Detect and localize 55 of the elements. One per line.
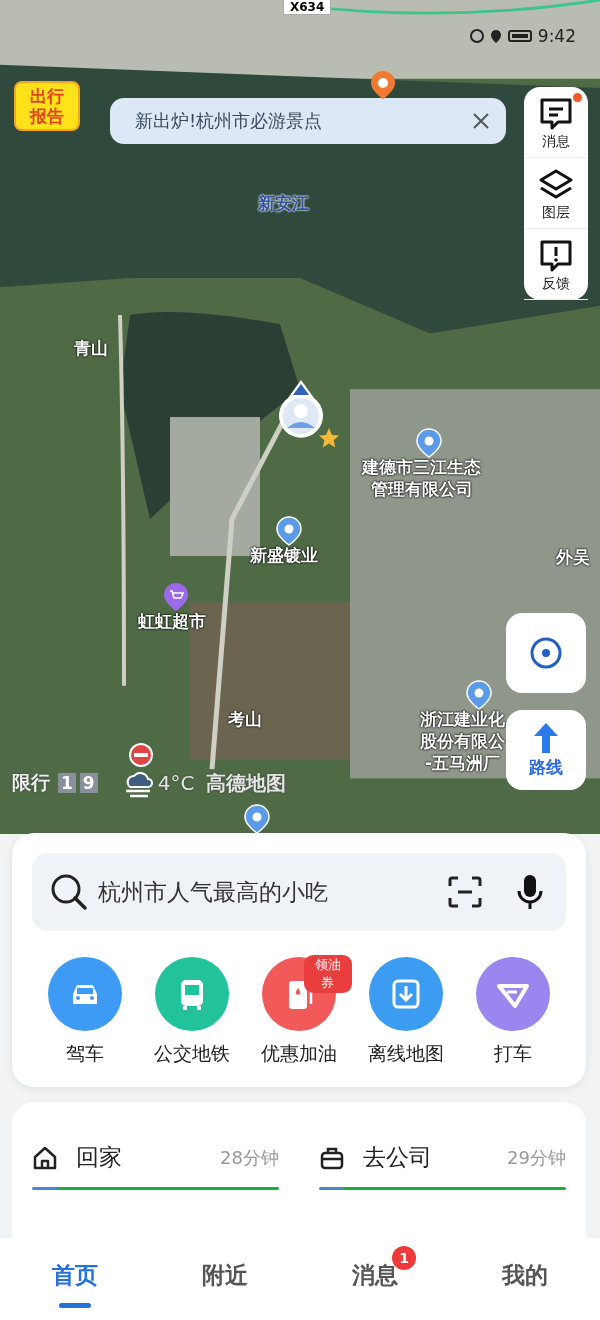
battery-icon [507,30,532,42]
banner-text: 新出炉!杭州市必游景点 [135,109,323,133]
place-label: 管理有限公司 [369,478,474,500]
coupon-badge: 领油券 [303,955,353,993]
river-label: 新安江 [258,192,309,214]
locate-button[interactable] [506,613,586,693]
shortcut-button[interactable]: 公交地铁 [138,957,246,1067]
promo-banner[interactable]: 新出炉!杭州市必游景点 [110,98,506,144]
place-label: 新盛镀业 [250,544,318,566]
map-pin-icon [370,70,396,100]
no-entry-icon [128,742,154,768]
scan-icon[interactable] [448,876,482,908]
place-label: 股份有限公 [420,730,505,752]
place-label: 外吴 [556,546,590,568]
shortcut-button[interactable]: 领油券 优惠加油 [245,957,353,1067]
commute-label: 去公司 [363,1143,433,1172]
map-brand-label: 高德地图 [206,769,287,797]
map-pin-icon [276,516,302,546]
commute-label: 回家 [76,1143,123,1172]
search-icon [50,873,88,911]
user-location-icon [276,378,326,440]
commute-duration: 28分钟 [220,1145,279,1170]
place-label: 建德市三江生态 [362,456,481,478]
locate-icon [529,636,563,670]
place-label: -五马洲厂 [423,752,502,774]
star-icon [318,427,340,449]
road-label: X634 [283,0,332,15]
restriction-label: 限行 [12,770,50,795]
location-icon [489,29,502,43]
temperature: 4°C [157,771,195,795]
map-tool-button[interactable]: 图层 [524,158,588,229]
status-time: 9:42 [537,26,576,46]
place-label: 浙江建业化 [420,708,505,730]
shortcut-button[interactable]: 驾车 [32,957,139,1067]
arrow-up-icon [533,721,559,754]
map-tool-button[interactable]: 消息 [524,87,588,158]
feedback-icon [538,239,574,273]
alarm-icon [469,29,484,43]
home-icon [32,1144,58,1171]
close-icon[interactable] [472,112,490,130]
search-field[interactable]: 杭州市人气最高的小吃 [32,853,566,931]
commute-duration: 29分钟 [507,1145,566,1170]
message-icon [538,97,574,131]
route-button[interactable]: 路线 [506,710,586,790]
map-pin-icon [466,680,492,710]
place-label: 青山 [74,337,108,359]
place-label: 考山 [228,708,262,730]
map-tool-button[interactable]: 反馈 [524,229,588,300]
shopping-cart-pin-icon [163,582,189,612]
microphone-icon[interactable] [516,873,544,911]
place-label: 虹虹超市 [138,610,206,632]
map-pin-icon [416,428,442,458]
shortcut-button[interactable]: 离线地图 [352,957,460,1067]
shortcut-button[interactable]: 打车 [459,957,566,1067]
plate-digit: 1 [58,773,76,793]
